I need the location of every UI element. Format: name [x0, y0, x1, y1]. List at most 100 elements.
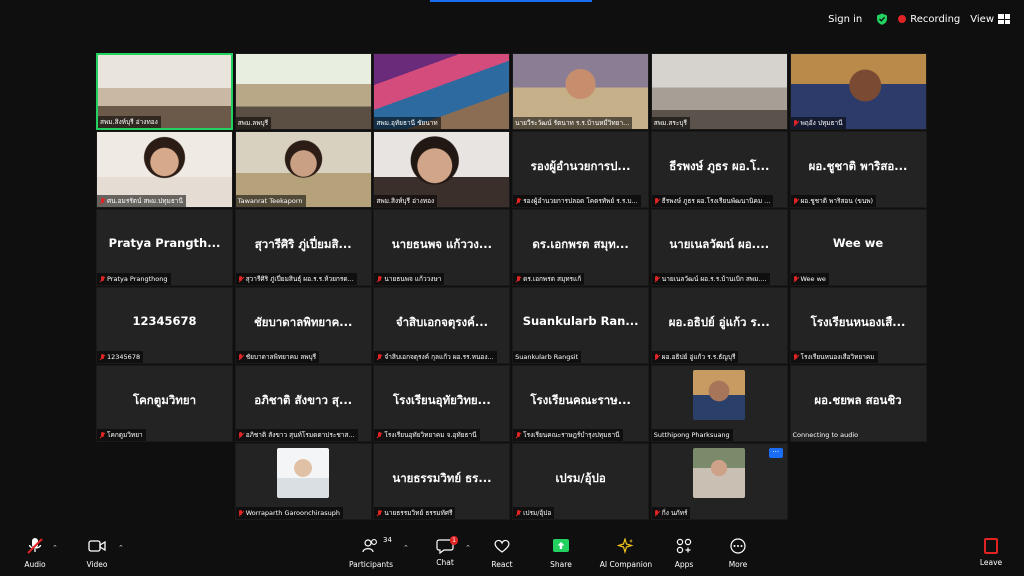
participant-tile[interactable]: สพม.สิงห์บุรี อ่างทอง	[96, 53, 233, 130]
participant-tile[interactable]: โรงเรียนอุทัยวิทย... โรงเรียนอุทัยวิทยาคม…	[373, 365, 511, 442]
more-options-icon	[730, 538, 746, 554]
participant-tile[interactable]: สพม.อุทัยธานี ชัยนาท	[373, 53, 511, 130]
participant-name-text: โรงเรียนหนองเสือวิทยาคม	[800, 353, 875, 361]
tile-more-options-button[interactable]: ···	[768, 448, 783, 458]
participant-name-text: นายธรรมวิทย์ ธรรมทัศรี	[384, 509, 453, 517]
participant-tile[interactable]: 12345678 12345678	[96, 287, 233, 364]
muted-microphone-icon	[654, 197, 660, 205]
participant-display-name: โรงเรียนอุทัยวิทย...	[392, 393, 491, 407]
participant-name-label: โรงเรียนคณะราษฎร์บำรุงปทุมธานี	[513, 429, 623, 441]
participant-name-label: ผอ.อธิปย์ อู่แก้ว ร.ร.ธัญบุรี	[651, 351, 739, 363]
chat-icon-wrap: 1	[436, 536, 458, 555]
participant-tile[interactable]: สพม.ลพบุรี	[234, 53, 372, 130]
participant-tile[interactable]: นายธรรมวิทย์ ธร... นายธรรมวิทย์ ธรรมทัศรี	[373, 443, 511, 520]
participant-tile[interactable]: ธีรพงษ์ ภูธร ผอ.โ... ธีรพงษ์ ภูธร ผอ.โรงเ…	[650, 131, 788, 208]
participants-label: Participants	[348, 560, 394, 569]
participant-tile[interactable]: นายวีระวัฒน์ รัตนาท ร.ร.บ้านหมี่วิทยา...	[512, 53, 650, 130]
leave-button[interactable]: Leave	[967, 538, 1015, 567]
participant-tile[interactable]: ผอ.ชยพล สอนชิว Connecting to audio	[789, 365, 927, 442]
participant-tile[interactable]: เปรม/อุ้ปอ เปรม/อุ้ปอ	[512, 443, 650, 520]
muted-microphone-icon	[238, 431, 244, 439]
participant-tile[interactable]: ดร.เอกพรต สมุท... ดร.เอกพรต สมุทรแก้	[512, 209, 650, 286]
participant-tile[interactable]: Pratya Prangth... Pratya Prangthong	[96, 209, 233, 286]
participant-name-label: 12345678	[97, 351, 144, 363]
audio-button[interactable]: Audio	[11, 538, 59, 569]
participant-display-name: Pratya Prangth...	[108, 236, 221, 250]
participant-tile[interactable]: นายธนพจ แก้ววง... นายธนพจ แก้ววงษา	[373, 209, 511, 286]
participant-tile[interactable]: โรงเรียนหนองเสื... โรงเรียนหนองเสือวิทยาค…	[789, 287, 927, 364]
video-button[interactable]: Video	[73, 538, 121, 569]
participant-display-name: ผอ.อธิปย์ อู่แก้ว ร...	[668, 315, 770, 329]
participant-name-label: Sutthipong Pharksuang	[651, 429, 733, 441]
participant-tile[interactable]: ··· กิ่ง นภัทร์	[650, 443, 788, 520]
participant-name-text: ผอ.อธิปย์ อู่แก้ว ร.ร.ธัญบุรี	[661, 353, 736, 361]
participant-tile[interactable]: อภิชาติ สังขาว สุ... อภิชาติ สังขาว สุนท์…	[234, 365, 372, 442]
participant-display-name: ผอ.ชูชาติ พาริสอ...	[808, 159, 908, 173]
muted-microphone-icon	[238, 509, 244, 517]
participant-tile[interactable]: สุวารีศิริ ภู่เปี่ยมสิ... สุวารีศิริ ภู่เ…	[234, 209, 372, 286]
share-button[interactable]: Share	[537, 538, 585, 569]
participant-tile[interactable]: Worraparth Garoonchirasuph	[234, 443, 372, 520]
muted-microphone-icon	[515, 509, 521, 517]
chat-label: Chat	[436, 558, 454, 567]
participant-name-label: ศน.อมรรัตน์ สพม.ปทุมธานี	[97, 195, 186, 207]
participant-name-text: นายวีระวัฒน์ รัตนาท ร.ร.บ้านหมี่วิทยา...	[515, 119, 630, 127]
participant-display-name: Suankularb Ran...	[522, 314, 639, 328]
shield-check-icon[interactable]	[876, 13, 888, 25]
participant-name-text: สพม.สระบุรี	[653, 119, 687, 127]
participant-name-label: อภิชาติ สังขาว สุนท์โรมดตาประชาส...	[235, 429, 358, 441]
participant-tile[interactable]: พฤอัง ปทุมธานี	[789, 53, 927, 130]
active-tab-indicator	[430, 0, 592, 2]
muted-microphone-icon	[99, 431, 105, 439]
participant-display-name: โรงเรียนหนองเสื...	[810, 315, 906, 329]
chat-button[interactable]: 1 Chat	[421, 536, 469, 567]
participants-button[interactable]: 34 Participants	[347, 536, 395, 569]
chat-options-caret-icon[interactable]: ⌃	[465, 544, 471, 552]
participant-name-text: สพม.อุทัยธานี ชัยนาท	[376, 119, 438, 127]
participant-name-label: Connecting to audio	[791, 429, 862, 441]
participant-display-name: 12345678	[132, 314, 197, 328]
sign-in-link[interactable]: Sign in	[828, 14, 862, 25]
participant-tile[interactable]: Suankularb Ran... Suankularb Rangsit	[512, 287, 650, 364]
participant-name-label: ผอ.ชูชาติ พาริสอน (ขนพ)	[790, 195, 877, 207]
audio-options-caret-icon[interactable]: ⌃	[52, 544, 58, 552]
react-button[interactable]: React	[478, 538, 526, 569]
participant-name-label: ชัยบาดาลพิทยาคม ลพบุรี	[235, 351, 320, 363]
participant-tile[interactable]: สพม.สิงห์บุรี อ่างทอง	[373, 131, 511, 208]
apps-icon	[676, 538, 692, 554]
more-button[interactable]: More	[714, 538, 762, 569]
participant-name-label: สพม.ลพบุรี	[235, 117, 272, 129]
apps-button[interactable]: Apps	[660, 538, 708, 569]
participants-icon	[362, 539, 377, 553]
participant-tile[interactable]: สพม.สระบุรี	[650, 53, 788, 130]
muted-microphone-icon	[515, 431, 521, 439]
participant-name-text: พฤอัง ปทุมธานี	[800, 119, 843, 127]
participant-name-label: สุวารีศิริ ภู่เปี่ยมสินธุ์ ผอ.ร.ร.ห้วยกร…	[235, 273, 357, 285]
participants-options-caret-icon[interactable]: ⌃	[403, 544, 409, 552]
participant-display-name: อภิชาติ สังขาว สุ...	[254, 393, 353, 407]
audio-label: Audio	[24, 560, 46, 569]
participant-tile[interactable]: นายเนลวัฒน์ ผอ.... นายเนลวัฒน์ ผอ.ร.ร.บ้า…	[650, 209, 788, 286]
muted-microphone-icon	[793, 353, 799, 361]
participant-tile[interactable]: โคกตูมวิทยา โคกตูมวิทยา	[96, 365, 233, 442]
video-options-caret-icon[interactable]: ⌃	[118, 544, 124, 552]
participant-tile[interactable]: รองผู้อำนวยการป... รองผู้อำนวยการปลอด โคต…	[512, 131, 650, 208]
participant-tile[interactable]: ผอ.ชูชาติ พาริสอ... ผอ.ชูชาติ พาริสอน (ขน…	[789, 131, 927, 208]
participant-name-text: Suankularb Rangsit	[515, 353, 579, 361]
participant-tile[interactable]: จำสิบเอกจตุรงค์... จำสิบเอกจตุรงค์ กุลแก้…	[373, 287, 511, 364]
participant-avatar	[693, 448, 746, 498]
participant-tile[interactable]: Sutthipong Pharksuang	[650, 365, 788, 442]
view-button[interactable]: View	[970, 14, 1010, 25]
participant-name-label: โรงเรียนอุทัยวิทยาคม จ.อุทัยธานี	[374, 429, 480, 441]
participant-tile[interactable]: โรงเรียนคณะราษ... โรงเรียนคณะราษฎร์บำรุงป…	[512, 365, 650, 442]
ai-companion-button[interactable]: AI Companion	[594, 536, 658, 569]
participant-name-label: นายวีระวัฒน์ รัตนาท ร.ร.บ้านหมี่วิทยา...	[513, 117, 633, 129]
participant-tile[interactable]: Wee we Wee we	[789, 209, 927, 286]
muted-microphone-icon	[238, 353, 244, 361]
recording-indicator[interactable]: Recording	[898, 14, 960, 25]
participant-tile[interactable]: ศน.อมรรัตน์ สพม.ปทุมธานี	[96, 131, 233, 208]
participant-tile[interactable]: ชัยบาดาลพิทยาค... ชัยบาดาลพิทยาคม ลพบุรี	[234, 287, 372, 364]
participant-name-text: 12345678	[107, 353, 141, 361]
participant-tile[interactable]: Tawanrat Teekaporn	[234, 131, 372, 208]
participant-tile[interactable]: ผอ.อธิปย์ อู่แก้ว ร... ผอ.อธิปย์ อู่แก้ว …	[650, 287, 788, 364]
